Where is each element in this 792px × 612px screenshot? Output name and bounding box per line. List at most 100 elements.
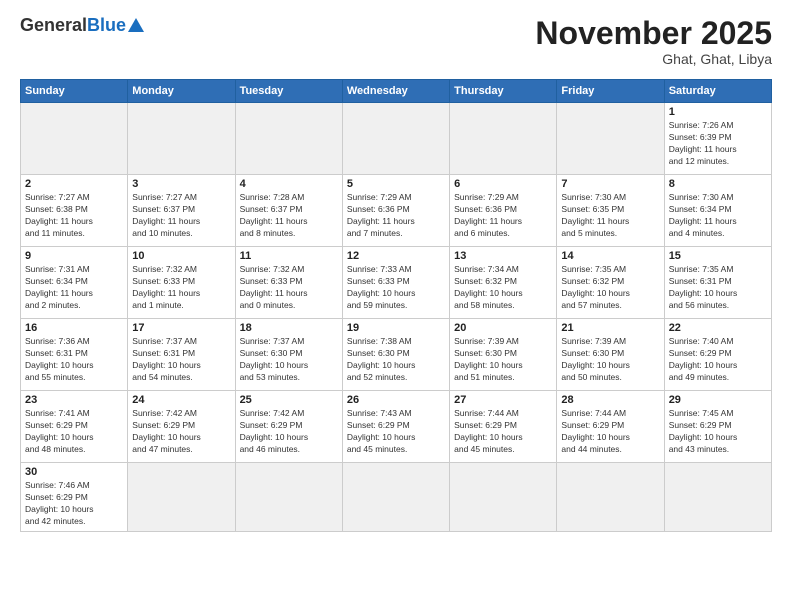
logo: General Blue [20, 16, 144, 34]
day-info: Sunrise: 7:30 AM Sunset: 6:35 PM Dayligh… [561, 192, 659, 240]
day-number: 7 [561, 178, 659, 190]
day-info: Sunrise: 7:29 AM Sunset: 6:36 PM Dayligh… [347, 192, 445, 240]
day-number: 25 [240, 394, 338, 406]
day-number: 17 [132, 322, 230, 334]
week-row-3: 9Sunrise: 7:31 AM Sunset: 6:34 PM Daylig… [21, 247, 772, 319]
calendar-cell: 18 Sunrise: 7:37 AM Sunset: 6:30 PM Dayli… [235, 319, 342, 391]
calendar-cell [664, 463, 771, 532]
calendar-cell: 23 Sunrise: 7:41 AM Sunset: 6:29 PM Dayli… [21, 391, 128, 463]
day-info: Sunrise: 7:27 AM Sunset: 6:38 PM Dayligh… [25, 192, 123, 240]
day-info: Sunrise: 7:37 AM Sunset: 6:30 PM Dayligh… [240, 336, 338, 384]
calendar-cell [342, 463, 449, 532]
calendar-cell: 12 Sunrise: 7:33 AM Sunset: 6:33 PM Dayli… [342, 247, 449, 319]
calendar-cell: 25Sunrise: 7:42 AM Sunset: 6:29 PM Dayli… [235, 391, 342, 463]
title-block: November 2025 Ghat, Ghat, Libya [535, 16, 772, 67]
day-number: 23 [25, 394, 123, 406]
day-info: Sunrise: 7:39 AM Sunset: 6:30 PM Dayligh… [561, 336, 659, 384]
calendar-cell: 7 Sunrise: 7:30 AM Sunset: 6:35 PM Daylig… [557, 175, 664, 247]
weekday-header-wednesday: Wednesday [342, 80, 449, 103]
calendar-cell: 29Sunrise: 7:45 AM Sunset: 6:29 PM Dayli… [664, 391, 771, 463]
header: General Blue November 2025 Ghat, Ghat, L… [20, 16, 772, 67]
day-info: Sunrise: 7:44 AM Sunset: 6:29 PM Dayligh… [454, 408, 552, 456]
day-info: Sunrise: 7:26 AM Sunset: 6:39 PM Dayligh… [669, 120, 767, 168]
day-info: Sunrise: 7:44 AM Sunset: 6:29 PM Dayligh… [561, 408, 659, 456]
weekday-header-sunday: Sunday [21, 80, 128, 103]
day-number: 16 [25, 322, 123, 334]
calendar-cell: 4Sunrise: 7:28 AM Sunset: 6:37 PM Daylig… [235, 175, 342, 247]
calendar-cell [235, 103, 342, 175]
day-number: 30 [25, 466, 123, 478]
day-number: 21 [561, 322, 659, 334]
weekday-header-friday: Friday [557, 80, 664, 103]
day-number: 18 [240, 322, 338, 334]
calendar-cell: 22 Sunrise: 7:40 AM Sunset: 6:29 PM Dayli… [664, 319, 771, 391]
day-number: 20 [454, 322, 552, 334]
day-number: 26 [347, 394, 445, 406]
day-info: Sunrise: 7:41 AM Sunset: 6:29 PM Dayligh… [25, 408, 123, 456]
day-info: Sunrise: 7:43 AM Sunset: 6:29 PM Dayligh… [347, 408, 445, 456]
day-info: Sunrise: 7:29 AM Sunset: 6:36 PM Dayligh… [454, 192, 552, 240]
calendar-body: 1 Sunrise: 7:26 AM Sunset: 6:39 PM Daylig… [21, 103, 772, 532]
calendar-cell: 10 Sunrise: 7:32 AM Sunset: 6:33 PM Dayli… [128, 247, 235, 319]
day-number: 1 [669, 106, 767, 118]
calendar-cell: 17 Sunrise: 7:37 AM Sunset: 6:31 PM Dayli… [128, 319, 235, 391]
day-number: 22 [669, 322, 767, 334]
week-row-5: 23 Sunrise: 7:41 AM Sunset: 6:29 PM Dayli… [21, 391, 772, 463]
day-number: 10 [132, 250, 230, 262]
day-number: 2 [25, 178, 123, 190]
calendar-table: SundayMondayTuesdayWednesdayThursdayFrid… [20, 79, 772, 532]
calendar-cell: 9Sunrise: 7:31 AM Sunset: 6:34 PM Daylig… [21, 247, 128, 319]
day-info: Sunrise: 7:30 AM Sunset: 6:34 PM Dayligh… [669, 192, 767, 240]
day-number: 12 [347, 250, 445, 262]
calendar-cell: 27 Sunrise: 7:44 AM Sunset: 6:29 PM Dayli… [450, 391, 557, 463]
day-number: 6 [454, 178, 552, 190]
day-number: 3 [132, 178, 230, 190]
day-number: 11 [240, 250, 338, 262]
day-number: 29 [669, 394, 767, 406]
day-info: Sunrise: 7:33 AM Sunset: 6:33 PM Dayligh… [347, 264, 445, 312]
week-row-1: 1 Sunrise: 7:26 AM Sunset: 6:39 PM Daylig… [21, 103, 772, 175]
calendar-cell: 19Sunrise: 7:38 AM Sunset: 6:30 PM Dayli… [342, 319, 449, 391]
day-number: 28 [561, 394, 659, 406]
weekday-header-thursday: Thursday [450, 80, 557, 103]
logo-triangle-icon [128, 18, 144, 32]
calendar-cell: 26 Sunrise: 7:43 AM Sunset: 6:29 PM Dayli… [342, 391, 449, 463]
calendar-cell [342, 103, 449, 175]
calendar-cell [557, 463, 664, 532]
calendar-cell: 3 Sunrise: 7:27 AM Sunset: 6:37 PM Daylig… [128, 175, 235, 247]
calendar-cell: 28 Sunrise: 7:44 AM Sunset: 6:29 PM Dayli… [557, 391, 664, 463]
day-info: Sunrise: 7:31 AM Sunset: 6:34 PM Dayligh… [25, 264, 123, 312]
day-info: Sunrise: 7:27 AM Sunset: 6:37 PM Dayligh… [132, 192, 230, 240]
day-info: Sunrise: 7:40 AM Sunset: 6:29 PM Dayligh… [669, 336, 767, 384]
day-number: 27 [454, 394, 552, 406]
calendar-cell: 15Sunrise: 7:35 AM Sunset: 6:31 PM Dayli… [664, 247, 771, 319]
calendar-cell [128, 103, 235, 175]
calendar-cell [235, 463, 342, 532]
calendar-cell [450, 463, 557, 532]
day-number: 13 [454, 250, 552, 262]
page: General Blue November 2025 Ghat, Ghat, L… [0, 0, 792, 612]
day-info: Sunrise: 7:37 AM Sunset: 6:31 PM Dayligh… [132, 336, 230, 384]
calendar-cell: 30 Sunrise: 7:46 AM Sunset: 6:29 PM Dayli… [21, 463, 128, 532]
day-number: 8 [669, 178, 767, 190]
calendar-header: SundayMondayTuesdayWednesdayThursdayFrid… [21, 80, 772, 103]
weekday-header-tuesday: Tuesday [235, 80, 342, 103]
calendar-cell [450, 103, 557, 175]
weekday-header-monday: Monday [128, 80, 235, 103]
week-row-6: 30 Sunrise: 7:46 AM Sunset: 6:29 PM Dayli… [21, 463, 772, 532]
calendar-cell [557, 103, 664, 175]
logo-text: General Blue [20, 16, 144, 34]
calendar-cell: 16Sunrise: 7:36 AM Sunset: 6:31 PM Dayli… [21, 319, 128, 391]
calendar-cell: 8 Sunrise: 7:30 AM Sunset: 6:34 PM Daylig… [664, 175, 771, 247]
day-number: 19 [347, 322, 445, 334]
calendar-cell [128, 463, 235, 532]
calendar-cell: 6 Sunrise: 7:29 AM Sunset: 6:36 PM Daylig… [450, 175, 557, 247]
calendar-cell: 5 Sunrise: 7:29 AM Sunset: 6:36 PM Daylig… [342, 175, 449, 247]
day-info: Sunrise: 7:35 AM Sunset: 6:31 PM Dayligh… [669, 264, 767, 312]
calendar-title: November 2025 [535, 16, 772, 51]
day-info: Sunrise: 7:32 AM Sunset: 6:33 PM Dayligh… [132, 264, 230, 312]
day-number: 5 [347, 178, 445, 190]
day-info: Sunrise: 7:46 AM Sunset: 6:29 PM Dayligh… [25, 480, 123, 528]
logo-general-text: General [20, 16, 87, 34]
weekday-header-saturday: Saturday [664, 80, 771, 103]
